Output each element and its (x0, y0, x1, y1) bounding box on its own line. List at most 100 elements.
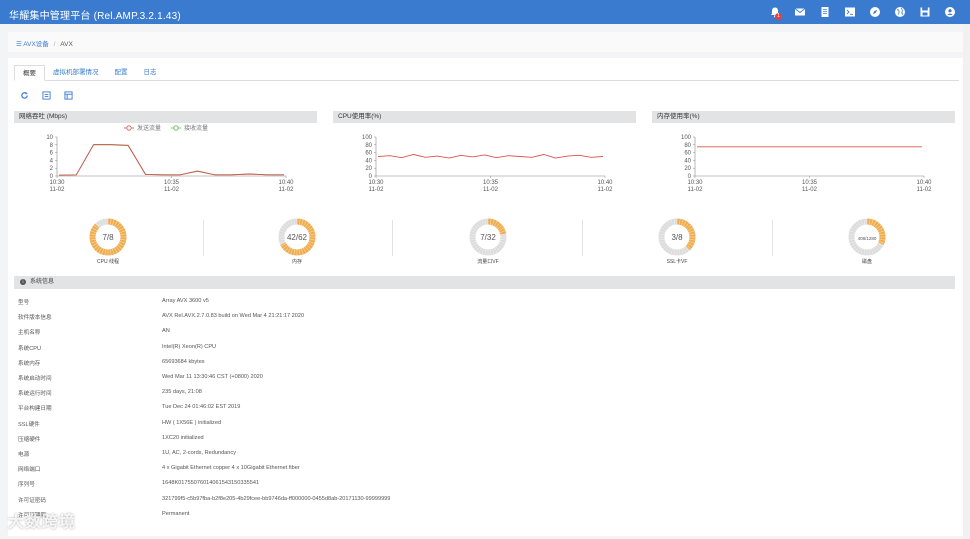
breadcrumb-current: AVX (60, 41, 73, 48)
report-icon[interactable] (62, 89, 74, 101)
info-key: 系统CPU (18, 345, 41, 352)
mail-icon[interactable] (787, 4, 812, 20)
info-key: 系统启动时间 (18, 376, 52, 382)
breadcrumb-root-link[interactable]: AVX设备 (23, 41, 49, 48)
globe-icon[interactable] (887, 4, 912, 20)
x-tick-label: 11-02 (279, 187, 295, 193)
cpu-chart-title: CPU使用率(%) (333, 111, 636, 123)
x-tick-label: 11-02 (50, 187, 66, 193)
gauge-ssl-vf: 3/8 SSL卡VF (652, 217, 702, 265)
x-tick-label: 10:40 (278, 180, 294, 186)
gauge-ring: 408/1280 (848, 218, 886, 256)
x-tick-label: 10:35 (483, 180, 499, 186)
tab-overview[interactable]: 概要 (14, 65, 45, 81)
divider (582, 220, 583, 256)
divider (203, 220, 204, 256)
legend-marker (126, 125, 132, 131)
info-key: 序列号 (18, 482, 35, 489)
terminal-icon[interactable] (837, 4, 862, 20)
info-key: 网络端口 (18, 467, 41, 474)
info-row: 压缩硬件 1XC20 initialized (18, 435, 948, 450)
y-tick-label: 100 (681, 135, 692, 141)
info-row: 网络端口 4 x Gigabit Ethernet copper 4 x 10Gi… (18, 465, 948, 480)
gauge-ring: 7/32 (469, 218, 507, 256)
list-icon: ☰ (16, 41, 22, 48)
gauge-label: 流量口VF (477, 259, 499, 265)
save-icon[interactable] (912, 4, 937, 20)
gauge-ring: 7/8 (89, 218, 127, 256)
y-tick-label: 20 (684, 166, 691, 172)
throughput-chart-card: 网络吞吐 (Mbps) 10 8 6 4 2 0 10:30 11-02 10:35 11-02 1… (14, 111, 317, 201)
series-line (377, 154, 604, 159)
info-value: 1XC20 initialized (162, 434, 204, 441)
y-tick-label: 4 (50, 158, 54, 164)
info-key: 平台构建日期 (18, 406, 52, 413)
info-row: 软件版本信息 AVX Rel.AVX.2.7.0.83 build on Wed … (18, 313, 948, 328)
x-tick-label: 10:30 (368, 180, 384, 186)
x-tick-label: 11-02 (369, 187, 385, 193)
app-title: 华耀集中管理平台 (Rel.AMP.3.2.1.43) (9, 11, 181, 22)
gauge-ring: 3/8 (658, 218, 696, 256)
breadcrumb: ☰ AVX设备 / AVX (8, 32, 963, 52)
info-row: 许可证期限 Permanent (18, 511, 948, 526)
info-value: HW ( 1X56E ) initialized (162, 419, 222, 426)
gauge-label: SSL卡VF (666, 259, 688, 265)
info-value: Tue Dec 24 01:46:02 EST 2019 (162, 404, 241, 411)
x-tick-label: 10:40 (597, 180, 613, 186)
tab-config[interactable]: 配置 (107, 65, 136, 81)
x-tick-label: 10:35 (164, 180, 180, 186)
watermark: 大数跨境 (8, 514, 77, 531)
gauge-memory: 42/62 内存 (272, 217, 322, 265)
y-tick-label: 60 (684, 151, 691, 157)
top-navbar: 华耀集中管理平台 (Rel.AMP.3.2.1.43) 1 (0, 0, 970, 24)
notification-badge: 1 (775, 13, 782, 20)
info-key: 软件版本信息 (18, 315, 52, 322)
x-tick-label: 10:30 (687, 180, 703, 186)
info-row: SSL硬件 HW ( 1X56E ) initialized (18, 420, 948, 435)
gauge-cpu-threads: 7/8 CPU 线程 (83, 217, 133, 265)
info-value: 321799f5-c5b97fba-b2f8e205-4b29fcee-bb97… (162, 495, 391, 502)
x-tick-label: 11-02 (598, 187, 614, 193)
info-row: 系统运行时间 235 days, 21:08 (18, 389, 948, 404)
info-row: 系统CPU Intel(R) Xeon(R) CPU (18, 344, 948, 359)
info-row: 许可证密码 321799f5-c5b97fba-b2f8e205-4b29fcee… (18, 496, 948, 511)
main-panel: 概要 虚拟机部署情况 配置 日志 网络吞吐 (Mbps) 10 8 6 4 2 0 10:3… (8, 58, 963, 536)
refresh-icon[interactable] (18, 89, 30, 101)
gauge-value: 7/8 (102, 233, 114, 242)
page-scrollbar[interactable] (963, 24, 970, 539)
series-line (58, 144, 284, 176)
info-row: 主机名称 AN (18, 328, 948, 343)
gauge-disk: 408/1280 磁盘 (842, 217, 892, 265)
user-icon[interactable] (937, 4, 962, 20)
info-key: 系统运行时间 (18, 391, 52, 398)
gauge-value: 42/62 (287, 233, 308, 242)
y-tick-label: 100 (362, 135, 373, 141)
info-row: 型号 Array AVX 3600 v5 (18, 298, 948, 313)
info-key: 压缩硬件 (18, 436, 41, 443)
bell-icon[interactable]: 1 (762, 4, 787, 20)
info-row: 平台构建日期 Tue Dec 24 01:46:02 EST 2019 (18, 404, 948, 419)
system-info-title: 系统信息 (30, 279, 55, 285)
y-tick-label: 8 (50, 143, 54, 149)
system-info-header: i 系统信息 (14, 276, 955, 289)
y-tick-label: 60 (365, 151, 372, 157)
info-icon: i (20, 279, 26, 285)
info-key: 系统内存 (18, 360, 41, 367)
x-tick-label: 10:30 (49, 180, 65, 186)
info-key: 主机名称 (18, 330, 41, 337)
gauge-ring: 42/62 (278, 218, 316, 256)
document-icon[interactable] (812, 4, 837, 20)
info-key: SSL硬件 (18, 421, 40, 428)
tab-logs[interactable]: 日志 (136, 65, 165, 81)
info-key: 电源 (18, 452, 30, 458)
tab-vm-deployment[interactable]: 虚拟机部署情况 (45, 65, 107, 81)
memory-chart-card: 内存使用率(%) 100 80 60 40 20 0 10:30 11-02 10:35 11-0… (652, 111, 955, 201)
export-icon[interactable] (40, 89, 52, 101)
compass-icon[interactable] (862, 4, 887, 20)
x-tick-label: 10:40 (916, 180, 932, 186)
info-row: 系统启动时间 Wed Mar 11 13:30:46 CST (+0800) 20… (18, 374, 948, 389)
cpu-chart-card: CPU使用率(%) 100 80 60 40 20 0 10:30 11-02 10:35 11-… (333, 111, 636, 201)
y-tick-label: 40 (365, 158, 372, 164)
y-tick-label: 40 (684, 158, 691, 164)
throughput-chart: 108642010:3011-0210:3511-0210:4011-02发送流… (46, 124, 295, 193)
